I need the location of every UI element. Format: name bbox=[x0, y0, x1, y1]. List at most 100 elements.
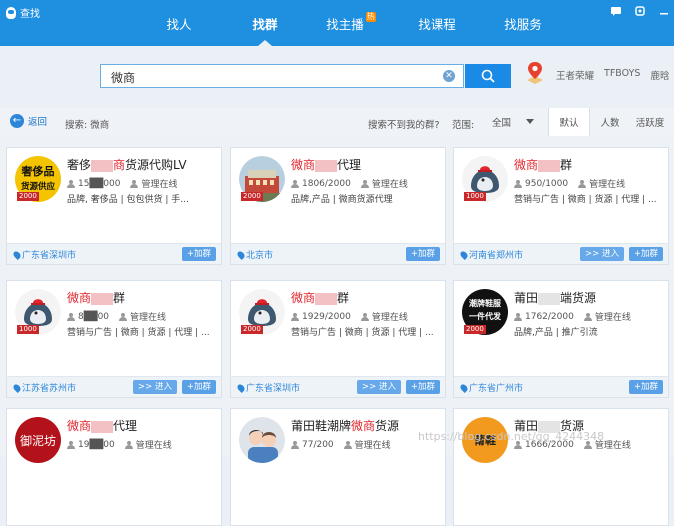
group-name[interactable]: 微商 群 bbox=[514, 156, 572, 173]
members-icon bbox=[291, 179, 299, 188]
window-title: 查找 bbox=[20, 9, 40, 20]
range-select[interactable]: 全国 bbox=[486, 113, 544, 130]
members-icon bbox=[514, 312, 522, 321]
join-group-button[interactable]: +加群 bbox=[628, 380, 663, 394]
group-card[interactable]: 1000 微商 群 8██00 管理在线 营销与广告 | 微商 | 货源 | 代理 | .… bbox=[6, 280, 222, 398]
hotword[interactable]: 鹿晗 bbox=[650, 68, 669, 82]
join-group-button[interactable]: +加群 bbox=[405, 247, 440, 261]
card-footer: 江苏省苏州市 >> 进入 +加群 bbox=[7, 376, 221, 397]
members-icon bbox=[67, 179, 75, 188]
title-bar: 查找 找人 找群 找主播热 找课程 找服务 bbox=[0, 0, 674, 46]
skin-icon[interactable] bbox=[634, 6, 646, 16]
enter-group-button[interactable]: >> 进入 bbox=[580, 247, 624, 261]
group-name-part: 代理 bbox=[337, 158, 362, 172]
enter-group-button[interactable]: >> 进入 bbox=[133, 380, 177, 394]
card-footer: 广东省深圳市 +加群 bbox=[7, 243, 221, 264]
group-stats: 1929/2000 管理在线 bbox=[291, 310, 408, 323]
card-footer: 河南省郑州市 >> 进入 +加群 bbox=[454, 243, 668, 264]
join-group-button[interactable]: +加群 bbox=[405, 380, 440, 394]
not-found-link[interactable]: 搜索不到我的群? bbox=[368, 117, 440, 131]
group-tags: 品牌,产品 | 推广引流 bbox=[514, 328, 598, 338]
minimize-icon[interactable] bbox=[658, 6, 670, 16]
tab-find-services[interactable]: 找服务 bbox=[480, 0, 566, 46]
tab-find-people[interactable]: 找人 bbox=[136, 0, 222, 46]
clear-search-icon[interactable]: ✕ bbox=[443, 70, 455, 82]
group-card[interactable]: 莆鞋 莆田 货源 1666/2000 管理在线 bbox=[453, 408, 669, 526]
admin-status: 管理在线 bbox=[594, 313, 631, 323]
member-count: 1762/2000 bbox=[525, 311, 574, 322]
tab-find-groups[interactable]: 找群 bbox=[222, 0, 308, 46]
members-icon bbox=[514, 179, 522, 188]
location-marker-icon[interactable] bbox=[524, 60, 546, 86]
redacted-block bbox=[91, 292, 114, 305]
group-size-badge: 2000 bbox=[241, 192, 263, 201]
group-card[interactable]: 奢侈品 货源供应 2000 奢侈 商货源代购LV 15██000 管理在线 品牌, 奢侈品 |… bbox=[6, 147, 222, 265]
group-tags: 营销与广告 | 微商 | 货源 | 代理 | ... bbox=[291, 328, 434, 338]
search-button[interactable] bbox=[465, 64, 511, 88]
back-button[interactable]: ← 返回 bbox=[10, 114, 47, 128]
join-group-button[interactable]: +加群 bbox=[181, 247, 216, 261]
group-name[interactable]: 莆田 端货源 bbox=[514, 289, 596, 306]
group-tags: 营销与广告 | 微商 | 货源 | 代理 | ... bbox=[67, 328, 210, 338]
group-name-part: 商 bbox=[113, 158, 126, 172]
group-name[interactable]: 奢侈 商货源代购LV bbox=[67, 156, 187, 173]
location-text: 北京市 bbox=[246, 251, 274, 261]
admin-status: 管理在线 bbox=[135, 441, 172, 451]
group-card[interactable]: 2000 微商 群 1929/2000 管理在线 营销与广告 | 微商 | 货源 | 代理… bbox=[230, 280, 446, 398]
group-size-badge: 1000 bbox=[464, 192, 486, 201]
sort-activity[interactable]: 活跃度 bbox=[630, 108, 670, 136]
admin-status: 管理在线 bbox=[371, 313, 408, 323]
group-card[interactable]: 1000 微商 群 950/1000 管理在线 营销与广告 | 微商 | 货源 | 代理 … bbox=[453, 147, 669, 265]
avatar-text: 货源供应 bbox=[20, 182, 55, 192]
members-icon bbox=[291, 312, 299, 321]
sort-label: 默认 bbox=[559, 118, 579, 129]
group-card[interactable]: 2000 微商 代理 1806/2000 管理在线 品牌,产品 | 微商货源代理 北京市 +加… bbox=[230, 147, 446, 265]
avatar-text: 奢侈品 bbox=[21, 165, 55, 178]
location-text: 河南省郑州市 bbox=[469, 251, 524, 261]
group-name[interactable]: 微商 群 bbox=[67, 289, 125, 306]
card-footer: 广东省广州市 +加群 bbox=[454, 376, 668, 397]
group-name-part: 端货源 bbox=[560, 291, 597, 305]
watermark: https://blog.csdn.net/qq_4244348 bbox=[418, 430, 605, 443]
group-card[interactable]: 潮牌鞋服 一件代发 2000 莆田 端货源 1762/2000 管理在线 品牌,产品 | 推广… bbox=[453, 280, 669, 398]
search-input[interactable] bbox=[109, 68, 433, 86]
admin-icon bbox=[130, 179, 139, 188]
join-group-button[interactable]: +加群 bbox=[181, 380, 216, 394]
group-name[interactable]: 微商 代理 bbox=[291, 156, 361, 173]
group-name-part: 群 bbox=[337, 291, 350, 305]
search-icon bbox=[481, 69, 495, 83]
tab-find-streamers[interactable]: 找主播热 bbox=[308, 0, 394, 46]
members-icon bbox=[67, 312, 75, 321]
admin-icon bbox=[360, 312, 369, 321]
search-box: ✕ bbox=[100, 64, 464, 88]
group-card[interactable]: 御泥坊 微商 代理 19██00 管理在线 bbox=[6, 408, 222, 526]
group-card[interactable]: 莆田鞋潮牌微商货源 77/200 管理在线 bbox=[230, 408, 446, 526]
group-name[interactable]: 微商 代理 bbox=[67, 417, 137, 434]
group-location: 广东省深圳市 bbox=[12, 248, 76, 261]
group-name[interactable]: 莆田鞋潮牌微商货源 bbox=[291, 417, 399, 434]
hotword[interactable]: TFBOYS bbox=[604, 68, 640, 82]
enter-group-button[interactable]: >> 进入 bbox=[357, 380, 401, 394]
group-name[interactable]: 微商 群 bbox=[291, 289, 349, 306]
tab-find-courses[interactable]: 找课程 bbox=[394, 0, 480, 46]
sort-default[interactable]: 默认 bbox=[548, 108, 590, 136]
group-name-part: 微商 bbox=[291, 291, 316, 305]
group-avatar[interactable]: 御泥坊 bbox=[15, 417, 61, 463]
avatar-wrap bbox=[239, 417, 285, 463]
redacted-block bbox=[91, 420, 114, 433]
member-count: 8██00 bbox=[78, 311, 110, 322]
avatar-wrap: 御泥坊 bbox=[15, 417, 61, 463]
group-location: 广东省广州市 bbox=[459, 381, 523, 394]
join-group-button[interactable]: +加群 bbox=[628, 247, 663, 261]
hot-search-words: 王者荣耀 TFBOYS 鹿晗 bbox=[556, 68, 669, 82]
sort-members[interactable]: 人数 bbox=[590, 108, 630, 136]
group-name-part: 微商 bbox=[514, 158, 539, 172]
admin-icon bbox=[583, 312, 592, 321]
group-avatar[interactable] bbox=[239, 417, 285, 463]
hotword[interactable]: 王者荣耀 bbox=[556, 68, 594, 82]
group-stats: 15██000 管理在线 bbox=[67, 177, 178, 190]
group-tags: 品牌, 奢侈品 | 包包供货 | 手... bbox=[67, 195, 189, 205]
redacted-block bbox=[538, 292, 561, 305]
message-icon[interactable] bbox=[610, 6, 622, 16]
tab-label: 找课程 bbox=[418, 16, 456, 32]
